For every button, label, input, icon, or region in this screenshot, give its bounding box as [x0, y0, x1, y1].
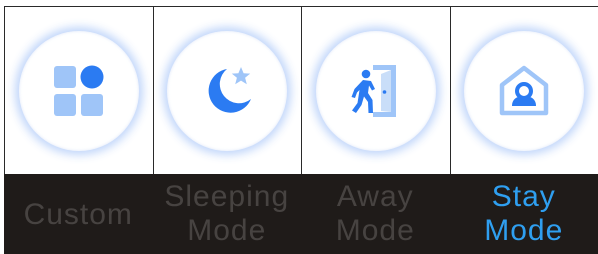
mode-tile-stay[interactable]: [449, 7, 598, 174]
mode-label-line2: Mode: [335, 214, 415, 247]
mode-label-stay[interactable]: Stay Mode: [450, 174, 598, 254]
mode-selector-panel: Custom Sleeping Mode Away Mode Stay Mode: [0, 0, 598, 254]
mode-label-custom[interactable]: Custom: [4, 174, 153, 254]
mode-tile-away[interactable]: [301, 7, 450, 174]
grid-shapes-icon: [53, 65, 104, 116]
mode-label-line2: Mode: [187, 214, 267, 247]
mode-label-bar: Custom Sleeping Mode Away Mode Stay Mode: [4, 174, 598, 254]
mode-tiles: [4, 7, 598, 174]
mode-icon-circle: [167, 30, 288, 151]
mode-label-line1: Custom: [23, 198, 133, 231]
mode-label-line1: Sleeping: [164, 180, 290, 213]
mode-tile-custom[interactable]: [4, 7, 153, 174]
mode-icon-circle: [315, 30, 436, 151]
mode-label-line1: Stay: [491, 180, 556, 213]
mode-icon-circle: [18, 30, 139, 151]
mode-label-away[interactable]: Away Mode: [301, 174, 450, 254]
moon-star-icon: [208, 66, 252, 113]
person-leaving-door-icon: [351, 64, 396, 117]
mode-label-line1: Away: [336, 180, 414, 213]
mode-icon-circle: [464, 30, 585, 151]
person-in-house-icon: [500, 65, 549, 115]
mode-label-sleeping[interactable]: Sleeping Mode: [153, 174, 302, 254]
mode-label-line2: Mode: [484, 214, 564, 247]
mode-tile-sleeping[interactable]: [152, 7, 301, 174]
